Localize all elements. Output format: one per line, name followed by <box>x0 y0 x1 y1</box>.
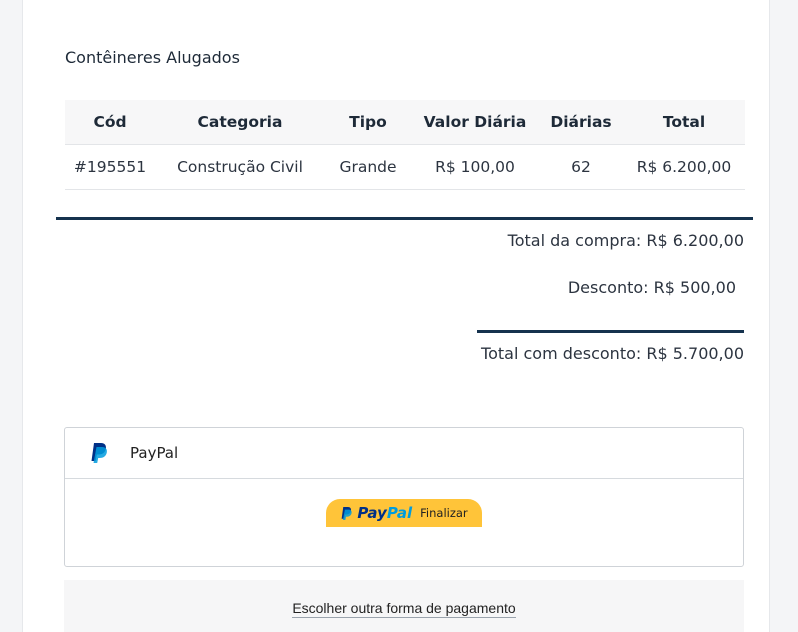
alternative-payment-section: Escolher outra forma de pagamento <box>64 580 744 632</box>
cell-valor-diaria: R$ 100,00 <box>411 144 539 190</box>
paypal-finalizar-button[interactable]: Pay Pal Finalizar <box>326 499 482 527</box>
paypal-label: PayPal <box>130 444 179 462</box>
col-header-tipo: Tipo <box>325 100 411 145</box>
total-purchase: Total da compra: R$ 6.200,00 <box>507 231 744 250</box>
col-header-valor-diaria: Valor Diária <box>411 100 539 145</box>
table-header-row: Cód Categoria Tipo Valor Diária Diárias … <box>65 100 745 145</box>
paypal-button-pal: Pal <box>386 504 413 522</box>
paypal-header[interactable]: PayPal <box>65 428 743 479</box>
section-title: Contêineres Alugados <box>65 48 240 67</box>
col-header-diarias: Diárias <box>539 100 623 145</box>
cell-tipo: Grande <box>325 144 411 190</box>
paypal-logo-icon <box>91 443 107 463</box>
paypal-payment-box: PayPal Pay Pal Finalizar <box>64 427 744 567</box>
paypal-button-icon <box>341 506 353 520</box>
cell-diarias: 62 <box>539 144 623 190</box>
summary-divider <box>56 217 753 220</box>
col-header-cod: Cód <box>65 100 155 145</box>
cell-total: R$ 6.200,00 <box>623 144 745 190</box>
paypal-button-pay: Pay <box>357 504 387 522</box>
paypal-button-action: Finalizar <box>420 506 468 520</box>
discount: Desconto: R$ 500,00 <box>567 278 736 297</box>
col-header-total: Total <box>623 100 745 145</box>
rented-containers-table: Cód Categoria Tipo Valor Diária Diárias … <box>65 100 745 190</box>
checkout-card: Contêineres Alugados Cód Categoria Tipo … <box>22 0 770 632</box>
alternative-payment-link[interactable]: Escolher outra forma de pagamento <box>292 600 516 618</box>
cell-cod: #195551 <box>65 144 155 190</box>
paypal-button-brand: Pay Pal <box>340 504 412 522</box>
col-header-categoria: Categoria <box>155 100 325 145</box>
total-with-discount: Total com desconto: R$ 5.700,00 <box>481 344 744 363</box>
cell-categoria: Construção Civil <box>155 144 325 190</box>
discount-divider <box>477 330 744 333</box>
alternative-payment-link-wrap: Escolher outra forma de pagamento <box>64 600 744 618</box>
table-row: #195551 Construção Civil Grande R$ 100,0… <box>65 144 745 190</box>
